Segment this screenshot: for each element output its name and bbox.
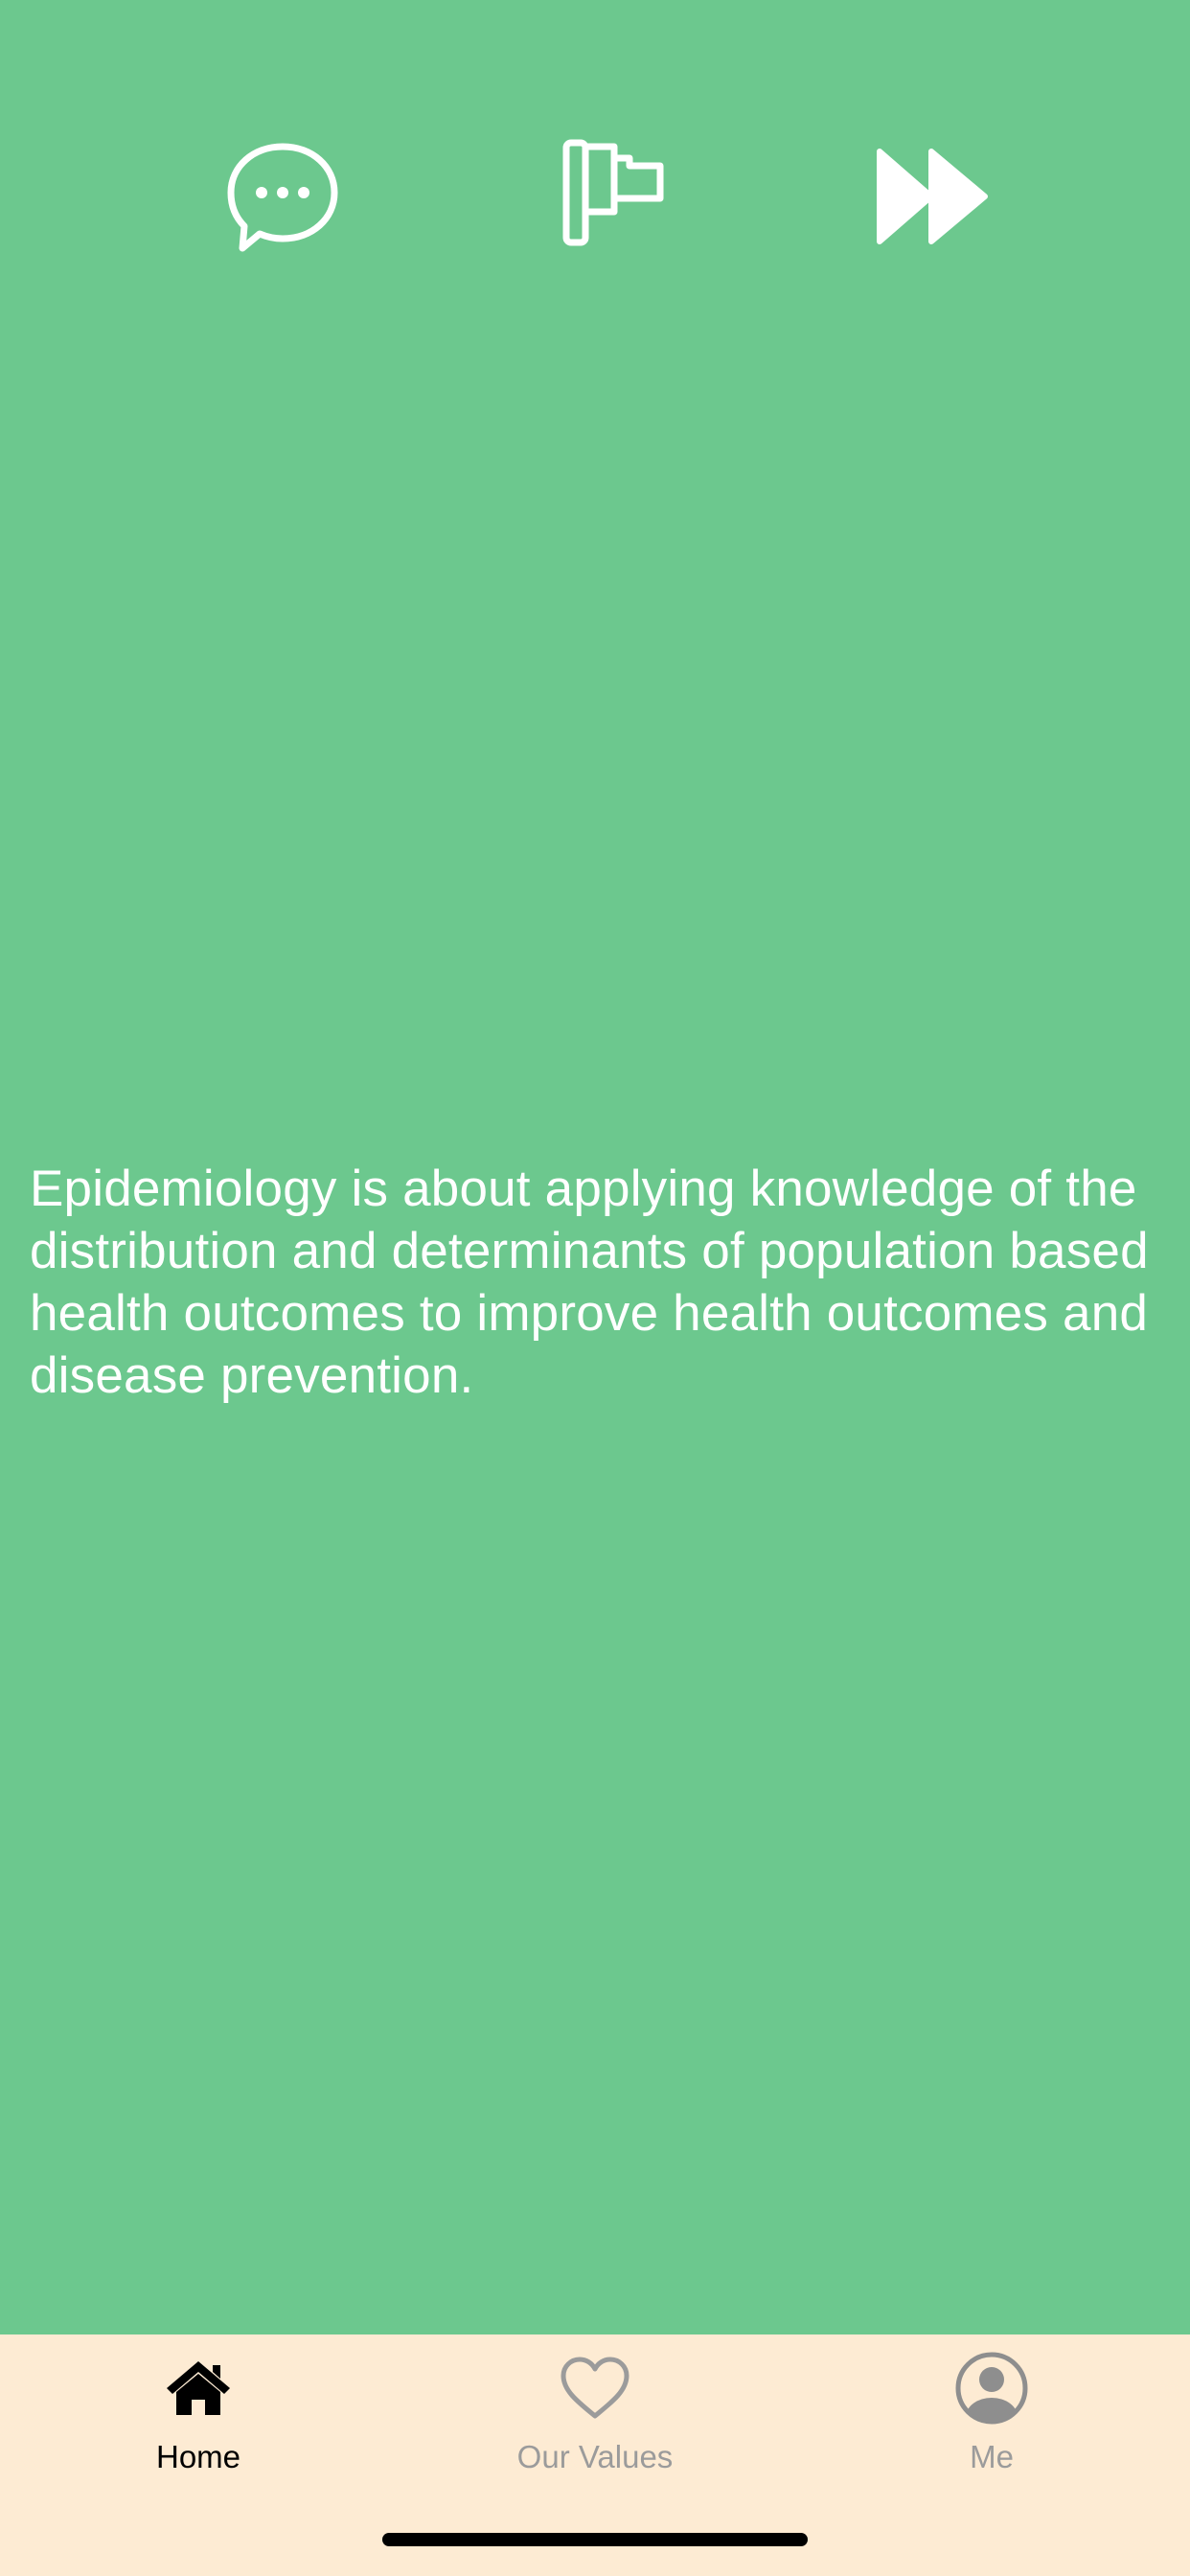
tab-our-values[interactable]: Our Values (397, 2334, 793, 2497)
fast-forward-icon (877, 149, 988, 244)
tab-home[interactable]: Home (0, 2334, 397, 2497)
app-screen: Epidemiology is about applying knowledge… (0, 0, 1190, 2576)
profile-icon (953, 2350, 1030, 2426)
flag-icon (562, 139, 664, 246)
skip-button[interactable] (867, 134, 1001, 259)
home-indicator[interactable] (382, 2533, 808, 2546)
chat-bubble-icon (227, 143, 338, 252)
flag-button[interactable] (543, 134, 677, 259)
tab-me[interactable]: Me (793, 2334, 1190, 2497)
home-icon (160, 2350, 237, 2426)
comment-button[interactable] (216, 134, 350, 259)
tab-me-label: Me (970, 2439, 1014, 2474)
heart-icon (557, 2350, 633, 2426)
tab-home-label: Home (155, 2439, 241, 2474)
quote-text: Epidemiology is about applying knowledge… (30, 1161, 1149, 1404)
tab-our-values-label: Our Values (516, 2439, 674, 2474)
top-action-bar (0, 134, 1190, 259)
